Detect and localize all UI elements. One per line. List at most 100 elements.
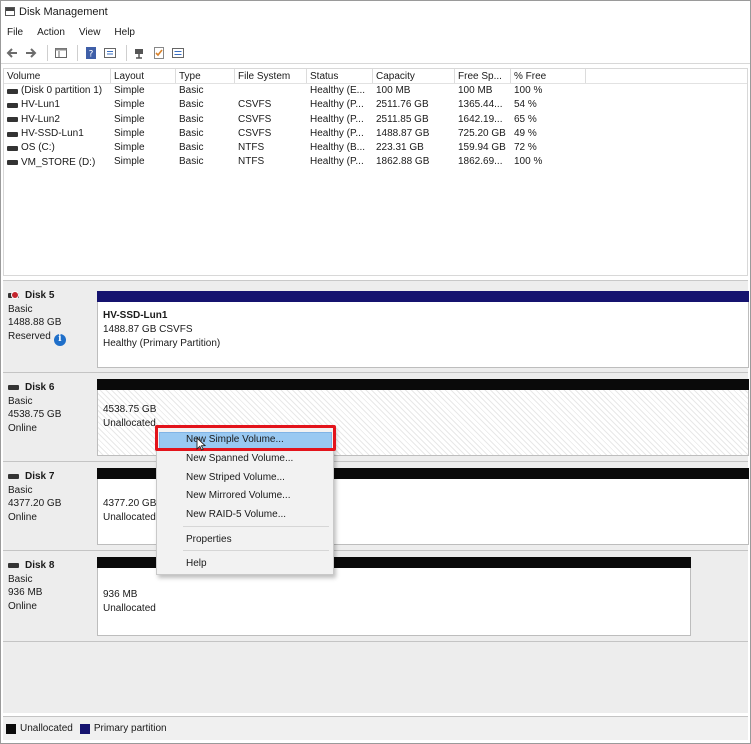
disk-row-disk-5: Disk 5 Basic 1488.88 GB Reserved i HV-SSD… [5, 281, 750, 372]
table-row[interactable]: VM_STORE (D:) Simple Basic NTFS Healthy … [4, 155, 747, 169]
volume-icon [7, 117, 18, 123]
type-cell: Basic [179, 142, 204, 154]
status-cell: Healthy (P... [310, 113, 364, 125]
legend-label: Unallocated [20, 723, 73, 734]
connect-icon[interactable] [132, 45, 148, 61]
table-row[interactable]: HV-Lun1 Simple Basic CSVFS Healthy (P...… [4, 98, 747, 112]
volume-icon [7, 88, 18, 94]
volume-cell: HV-Lun1 [4, 98, 111, 112]
menu-separator [183, 550, 329, 551]
free-space-cell: 1642.19... [458, 113, 503, 125]
menu-bar: File Action View Help [1, 23, 750, 41]
type-cell: Basic [179, 156, 204, 168]
layout-cell: Simple [114, 113, 145, 125]
menu-help[interactable]: Help [114, 27, 135, 38]
column-header-free-space[interactable]: Free Sp... [455, 69, 511, 83]
info-icon[interactable]: i [53, 333, 66, 346]
volume-name: VM_STORE (D:) [21, 156, 96, 168]
menu-item-properties[interactable]: Properties [186, 534, 232, 545]
partition-size: 4538.75 GB [103, 404, 157, 415]
volume-list-header: Volume Layout Type File System Status Ca… [4, 69, 747, 84]
partition-name: HV-SSD-Lun1 [103, 310, 168, 321]
file-system-cell: CSVFS [238, 113, 272, 125]
file-system-cell [235, 84, 307, 98]
list-view-icon[interactable] [170, 45, 186, 61]
status-cell: Healthy (B... [310, 142, 366, 154]
disk-row-disk-6: Disk 6 Basic 4538.75 GB Online 4538.75 G… [5, 373, 750, 461]
disk-icon [8, 474, 19, 480]
menu-item-new-striped-volume[interactable]: New Striped Volume... [186, 472, 285, 483]
legend-item-unallocated: Unallocated [6, 723, 73, 734]
help-icon[interactable]: ? [83, 45, 99, 61]
disk-info-disk-8[interactable]: Disk 8 Basic 936 MB Online [8, 559, 96, 613]
properties-icon[interactable] [102, 45, 118, 61]
percent-free-cell: 100 % [514, 85, 543, 96]
disk-management-app-icon [5, 7, 15, 16]
volume-name: (Disk 0 partition 1) [21, 85, 103, 97]
column-header-type[interactable]: Type [176, 69, 235, 83]
free-space-cell: 725.20 GB [458, 127, 506, 139]
column-header-file-system[interactable]: File System [235, 69, 307, 83]
table-row[interactable]: HV-Lun2 Simple Basic CSVFS Healthy (P...… [4, 113, 747, 127]
disk-type: Basic [8, 303, 33, 315]
percent-free-cell: 65 % [514, 113, 537, 125]
console-tree-icon[interactable] [53, 45, 69, 61]
layout-cell: Simple [114, 156, 145, 168]
table-row[interactable]: OS (C:) Simple Basic NTFS Healthy (B... … [4, 141, 747, 155]
free-space-cell: 1862.69... [458, 156, 503, 168]
toolbar-divider [47, 44, 48, 61]
disk-type: Basic [8, 395, 33, 407]
volume-icon [7, 145, 18, 151]
column-header-layout[interactable]: Layout [111, 69, 176, 83]
disk-size: 936 MB [8, 587, 43, 599]
menu-item-help[interactable]: Help [186, 558, 207, 569]
disk-state: Online [8, 422, 37, 434]
menu-item-new-spanned-volume[interactable]: New Spanned Volume... [186, 453, 293, 464]
menu-view[interactable]: View [79, 27, 101, 38]
menu-item-new-mirrored-volume[interactable]: New Mirrored Volume... [186, 490, 290, 501]
file-system-cell: CSVFS [238, 99, 272, 111]
volume-name: OS (C:) [21, 142, 55, 154]
disk-row-disk-8: Disk 8 Basic 936 MB Online 936 MB Unallo… [5, 551, 750, 641]
disk-size: 1488.88 GB [8, 317, 62, 329]
primary-partition-bar [97, 291, 749, 302]
layout-cell: Simple [114, 142, 145, 154]
forward-arrow-icon[interactable] [23, 45, 39, 61]
disk-info-disk-5[interactable]: Disk 5 Basic 1488.88 GB Reserved i [8, 289, 96, 346]
volume-icon [7, 160, 18, 166]
disk-management-window: Disk Management File Action View Help ? [0, 0, 751, 744]
layout-cell: Simple [114, 99, 145, 111]
partition-label: HV-SSD-Lun1 1488.87 GB CSVFS Healthy (Pr… [103, 309, 220, 351]
disk-name: Disk 5 [8, 289, 96, 303]
menu-action[interactable]: Action [37, 27, 65, 38]
partition-detail: 1488.87 GB CSVFS [103, 324, 193, 335]
capacity-cell: 100 MB [376, 85, 411, 96]
menu-item-new-raid5-volume[interactable]: New RAID-5 Volume... [186, 509, 286, 520]
window-title: Disk Management [19, 5, 108, 18]
type-cell: Basic [179, 127, 204, 139]
volume-cell: VM_STORE (D:) [4, 155, 111, 169]
partition-hv-ssd-lun1[interactable]: HV-SSD-Lun1 1488.87 GB CSVFS Healthy (Pr… [97, 291, 749, 368]
check-icon[interactable] [151, 45, 167, 61]
menu-file[interactable]: File [7, 27, 23, 38]
legend-label: Primary partition [93, 723, 167, 734]
column-header-percent-free[interactable]: % Free [511, 69, 586, 83]
toolbar-divider [126, 44, 127, 61]
volume-cell: (Disk 0 partition 1) [4, 84, 111, 98]
disk-info-disk-6[interactable]: Disk 6 Basic 4538.75 GB Online [8, 381, 96, 435]
volume-list: Volume Layout Type File System Status Ca… [3, 68, 748, 276]
disk-size: 4538.75 GB [8, 409, 62, 421]
column-header-volume[interactable]: Volume [4, 69, 111, 83]
disk-info-disk-7[interactable]: Disk 7 Basic 4377.20 GB Online [8, 470, 96, 524]
percent-free-cell: 49 % [514, 127, 537, 139]
column-header-capacity[interactable]: Capacity [373, 69, 455, 83]
type-cell: Basic [179, 85, 204, 96]
table-row[interactable]: (Disk 0 partition 1) Simple Basic Health… [4, 84, 747, 98]
column-header-status[interactable]: Status [307, 69, 373, 83]
partition-label: 936 MB Unallocated [103, 588, 156, 616]
partition-status: Unallocated [103, 418, 156, 429]
back-arrow-icon[interactable] [4, 45, 20, 61]
toolbar-divider [77, 44, 78, 61]
partition-label: 4377.20 GB Unallocated [103, 497, 156, 525]
table-row[interactable]: HV-SSD-Lun1 Simple Basic CSVFS Healthy (… [4, 127, 747, 141]
